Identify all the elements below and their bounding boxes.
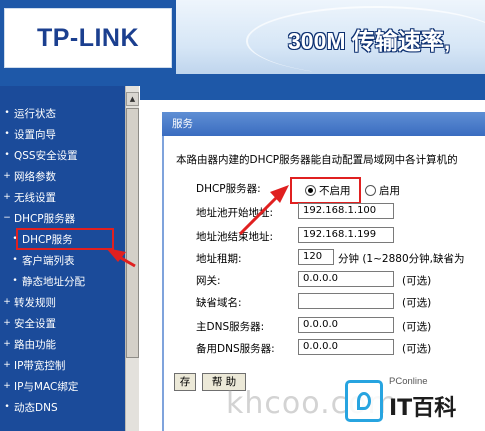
pconline-brand: IT百科 <box>389 396 457 421</box>
pconline-logo-icon <box>345 380 383 422</box>
arrow-to-menu <box>106 248 136 268</box>
arrow-to-radio <box>238 185 289 236</box>
pconline-logo-mark <box>357 392 371 410</box>
annotation-arrows <box>106 185 289 268</box>
pconline-badge: PConline IT百科 <box>345 374 485 430</box>
pconline-label: PConline <box>389 376 428 387</box>
